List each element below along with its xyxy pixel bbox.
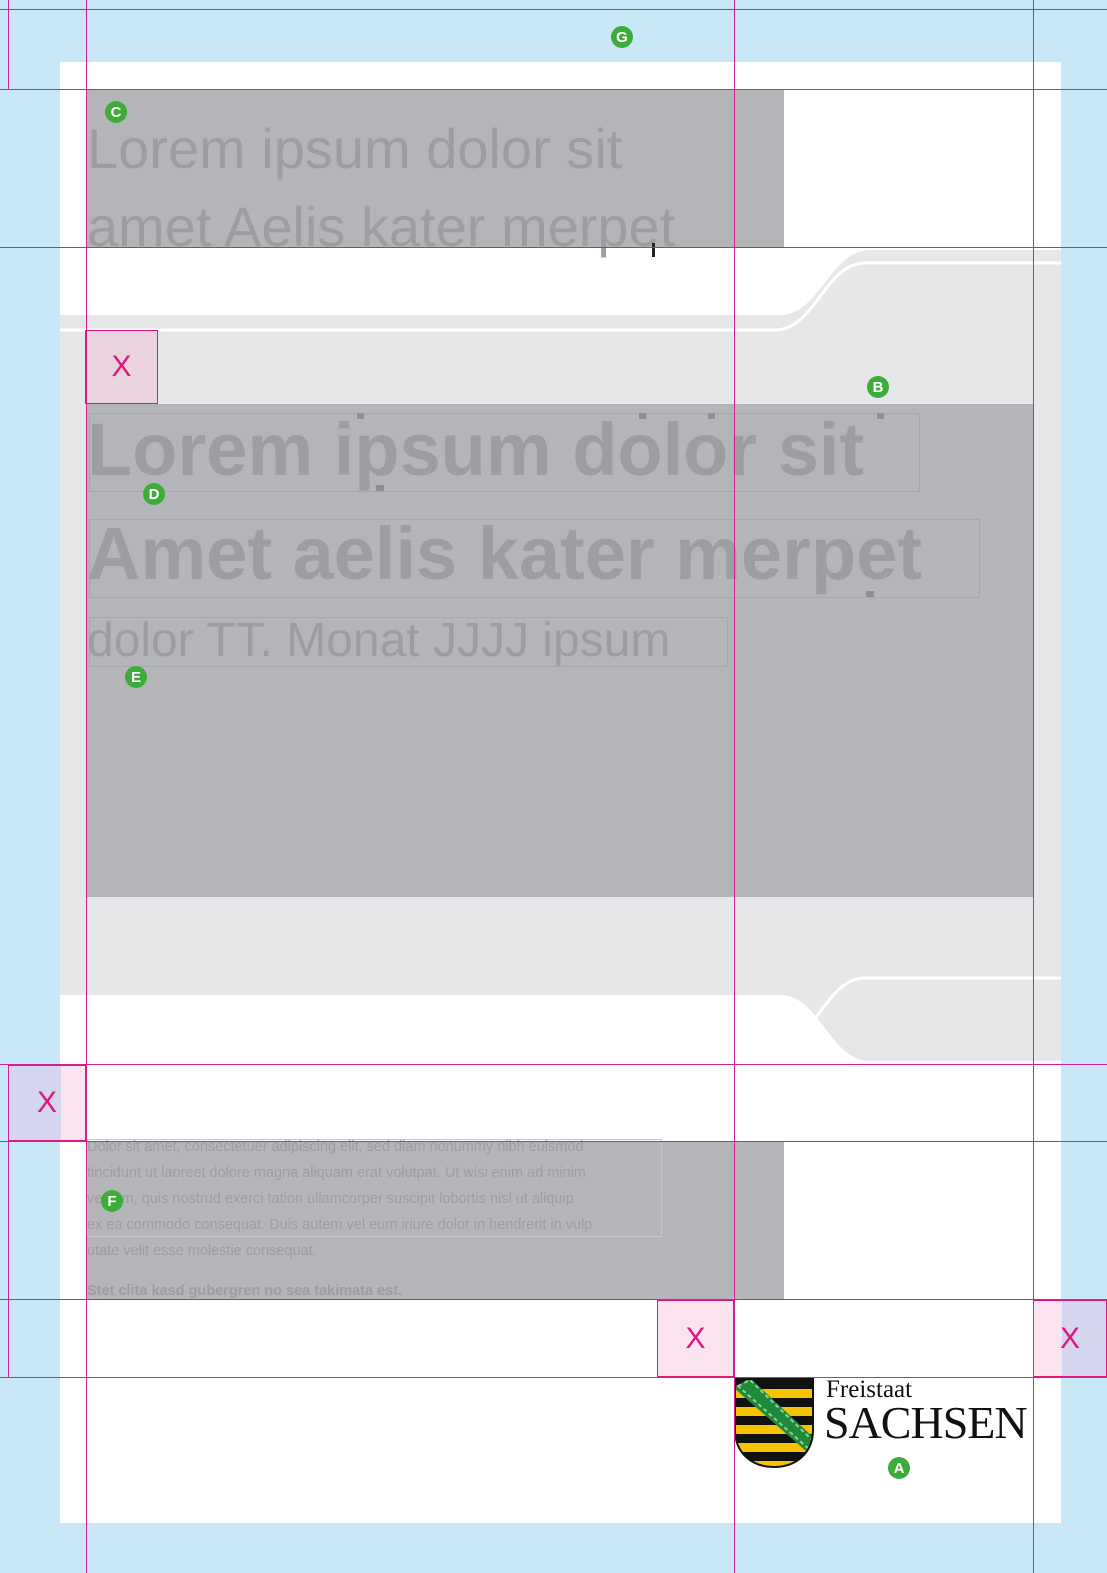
logo-line2: SACHSEN xyxy=(824,1397,1028,1448)
guide-line-horizontal xyxy=(0,1299,1107,1300)
body-text-closing: Stet clita kasd gubergren no sea takimat… xyxy=(87,1283,403,1299)
guide-line-vertical xyxy=(734,0,735,1573)
tick-mark xyxy=(357,413,364,419)
guide-line-horizontal xyxy=(0,1064,1107,1065)
marker-a: A xyxy=(888,1457,910,1479)
marker-f: F xyxy=(101,1190,123,1212)
header-headline: Lorem ipsum dolor sit amet Aelis kater m… xyxy=(87,110,675,266)
spacing-mark-box: X xyxy=(85,330,158,404)
guide-line-horizontal xyxy=(0,1377,1107,1378)
tick-mark xyxy=(376,485,384,491)
body-text-line: tincidunt ut laoreet dolore magna aliqua… xyxy=(87,1165,586,1181)
marker-b: B xyxy=(867,376,889,398)
title-subline: dolor TT. Monat JJJJ ipsum xyxy=(87,614,671,667)
header-headline-line1: Lorem ipsum dolor sit xyxy=(87,117,623,180)
tick-mark xyxy=(866,591,874,597)
marker-e: E xyxy=(125,666,147,688)
coat-of-arms-icon xyxy=(734,1378,814,1469)
tick-mark xyxy=(639,413,646,419)
body-text: Dolor sit amet, consectetuer adipiscing … xyxy=(87,1134,727,1304)
marker-c: C xyxy=(105,101,127,123)
guide-line-horizontal xyxy=(0,1141,1107,1142)
guide-line-horizontal xyxy=(0,9,1107,10)
title-line1: Lorem ipsum dolor sit xyxy=(87,408,865,491)
title-line2: Amet aelis kater merpet xyxy=(87,512,922,595)
guide-line-vertical xyxy=(8,0,9,89)
body-text-line: veniam, quis nostrud exerci tation ullam… xyxy=(87,1191,574,1207)
spacing-mark-box: X xyxy=(657,1300,734,1377)
guide-line-vertical xyxy=(1033,0,1034,1573)
spacing-mark-box: X xyxy=(8,1065,86,1141)
body-text-line: ex ea commodo consequat. Duis autem vel … xyxy=(87,1217,593,1233)
tick-mark xyxy=(708,413,715,419)
tick-mark xyxy=(877,413,884,419)
guide-line-vertical xyxy=(8,1064,9,1377)
tick-mark xyxy=(652,243,655,257)
guide-line-vertical xyxy=(86,0,87,1573)
spacing-mark-box: X xyxy=(1033,1300,1107,1377)
guide-line-horizontal xyxy=(0,89,1107,90)
marker-d: D xyxy=(143,483,165,505)
guide-line-horizontal xyxy=(0,247,1107,248)
body-text-line: Dolor sit amet, consectetuer adipiscing … xyxy=(87,1139,584,1155)
header-headline-line2: amet Aelis kater merpet xyxy=(87,195,676,258)
body-text-line: utate velit esse molestie consequat. xyxy=(87,1243,317,1259)
marker-g: G xyxy=(611,26,633,48)
sachsen-logo: Freistaat SACHSEN xyxy=(734,1377,1034,1470)
